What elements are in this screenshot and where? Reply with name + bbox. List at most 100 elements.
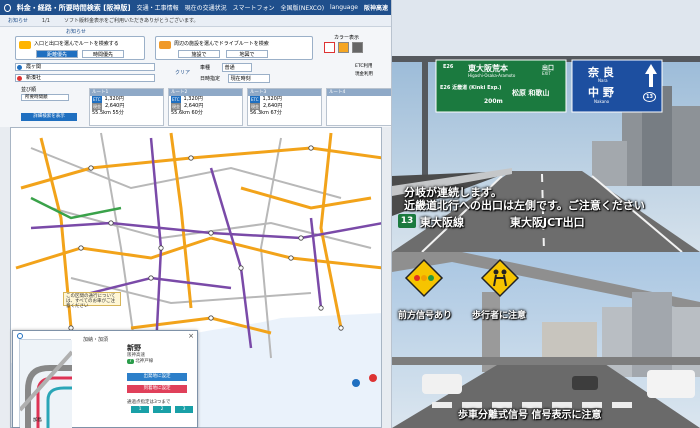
set-destination-button[interactable]: 到着地に設定 xyxy=(127,385,187,393)
color-option-dark[interactable] xyxy=(352,42,363,53)
by-facility-button[interactable]: 施設で xyxy=(178,50,220,58)
sign-cities: 松原 和歌山 xyxy=(512,89,550,97)
waypoint-hint: 通過点指定は3つまで xyxy=(127,400,171,405)
app-header: 料金・経路・所要時間検索 [阪神版] 交通・工事情報 現在の交通状況 スマートフ… xyxy=(0,0,391,15)
detail-search-button[interactable]: 詳細検索を表示 xyxy=(21,113,77,121)
vehicle-select[interactable]: 普通 xyxy=(221,63,252,72)
sign-city-nakano-en: Nakano xyxy=(594,99,610,104)
notice-link[interactable]: お知らせ xyxy=(66,28,86,35)
map-margin-left xyxy=(0,127,10,428)
route-name: 北神戸線 xyxy=(135,358,154,364)
route-name-caption: 東大阪線 xyxy=(420,216,464,229)
origin-pin-icon xyxy=(17,65,22,70)
warning-tooltip: この区間の通行については、すべてのお車がご注意ください xyxy=(63,292,121,309)
origin-value: 霞ヶ関 xyxy=(26,64,42,70)
notice-pager[interactable]: 1/1 xyxy=(42,18,50,24)
etc-tag: ETC xyxy=(92,96,102,103)
etc-fee: 1,320円 xyxy=(262,96,282,102)
by-map-button[interactable]: 地図で xyxy=(226,50,268,58)
cash-tag: 現金 xyxy=(171,103,181,110)
vehicle-type: 車種 普通 xyxy=(200,63,252,72)
sign-city-nara-en: Nara xyxy=(598,78,608,83)
up-arrow-stem-icon xyxy=(649,73,653,87)
color-display-label: カラー表示 xyxy=(334,35,360,41)
signal-ahead-label: 前方信号あり xyxy=(398,311,453,321)
waypoint-button-3[interactable]: 3 xyxy=(175,406,193,413)
mode-label: 周辺の施設を選んでドライブルートを検索 xyxy=(174,41,269,47)
mode-facility-search[interactable]: 周辺の施設を選んでドライブルートを検索 施設で 地図で xyxy=(155,36,313,60)
junction-label: 加島 xyxy=(33,418,42,423)
sort-select[interactable]: 所要時間順 xyxy=(21,94,69,101)
date-select[interactable]: 現在時刻 xyxy=(227,74,270,83)
pedestrian-warning-icon xyxy=(482,260,518,296)
station-name: 新野 xyxy=(127,344,141,352)
facility-icon xyxy=(159,41,171,49)
sign-route-13: 13 xyxy=(643,92,656,102)
notice-bar: お知らせ 1/1 ソフト版料金表示をご利用いただきありがとうございます。 xyxy=(0,15,391,27)
cash-tag: 現金 xyxy=(250,103,260,110)
composite-screen: 料金・経路・所要時間検索 [阪神版] 交通・工事情報 現在の交通状況 スマートフ… xyxy=(0,0,700,428)
sign-city-nakano: 中 野 xyxy=(588,86,614,99)
interchange-popup: × 加納・加須 新野 阪神高速 7 北神戸線 出発地に設定 到着地に設定 通過点… xyxy=(12,330,198,428)
route-distance: 55.5km 55分 xyxy=(92,110,124,116)
sign-exit-en: EXIT xyxy=(542,71,551,76)
date-setting: 日時指定 現在時刻 xyxy=(200,74,270,83)
route-number-badge: 7 xyxy=(127,358,134,364)
route-header: ルート4 xyxy=(327,89,391,96)
sort-title: 並び順 xyxy=(21,87,37,93)
jct-exit-caption: 東大阪JCT出口 xyxy=(510,216,585,229)
signal-caption: 歩車分離式信号 信号表示に注意 xyxy=(458,410,602,421)
route-distance: 55.6km 60分 xyxy=(171,110,203,116)
nav-link-status[interactable]: 現在の交通状況 xyxy=(185,3,227,12)
nav-link-nexco[interactable]: 全国版(NEXCO) xyxy=(280,3,324,12)
pedestrian-label: 歩行者に注意 xyxy=(472,311,527,321)
color-display: カラー表示 xyxy=(322,34,372,58)
date-label: 日時指定 xyxy=(200,76,221,82)
etc-badge: ETC利用 xyxy=(355,64,373,69)
notice-text: ソフト版料金表示をご利用いただきありがとうございます。 xyxy=(63,18,199,24)
etc-tag: ETC xyxy=(250,96,260,103)
clear-button[interactable]: クリア xyxy=(175,69,190,76)
close-icon[interactable]: × xyxy=(188,332,194,340)
sign-distance: 200m xyxy=(484,98,503,105)
route-card[interactable]: ルート3 ETC 1,320円 現金 2,640円 56.3km 67分 xyxy=(247,88,322,126)
route-13-badge: 13 xyxy=(398,214,416,228)
time-priority-button[interactable]: 時間優先 xyxy=(82,50,124,58)
nav-link-language[interactable]: language xyxy=(330,4,358,11)
route-header: ルート2 xyxy=(169,89,242,96)
nav-link-smartphone[interactable]: スマートフォン xyxy=(233,3,275,12)
junction-graphic xyxy=(18,340,74,428)
dashcam-highway: E26 東大阪荒本 Higashi-Osaka-Aramoto 出口 EXIT … xyxy=(392,56,700,252)
mode-route-search[interactable]: 入口と出口を選んでルートを検索する 距離優先 時間優先 xyxy=(15,36,145,60)
origin-field[interactable]: 霞ヶ関 xyxy=(15,63,155,71)
destination-field[interactable]: 新湊社 xyxy=(15,74,155,82)
etc-tag: ETC xyxy=(171,96,181,103)
cash-fee: 2,640円 xyxy=(105,103,125,109)
sign-route-badge: E26 xyxy=(442,64,455,70)
set-origin-button[interactable]: 出発地に設定 xyxy=(127,373,187,381)
upper-right-bg xyxy=(392,0,700,56)
distance-priority-button[interactable]: 距離優先 xyxy=(36,50,78,58)
route-card[interactable]: ルート1 ETC 1,320円 現金 2,640円 55.5km 55分 xyxy=(89,88,164,126)
waypoint-button-1[interactable]: 1 xyxy=(131,406,149,413)
dashcam-street: 前方信号あり 歩行者に注意 歩車分離式信号 信号表示に注意 xyxy=(392,252,700,428)
color-option-red[interactable] xyxy=(324,42,335,53)
destination-pin-icon xyxy=(17,76,22,81)
destination-value: 新湊社 xyxy=(26,75,42,81)
color-option-orange[interactable] xyxy=(338,42,349,53)
mode-label: 入口と出口を選んでルートを検索する xyxy=(34,41,119,47)
caption-line-2: 近畿道北行への出口は左側です。ご注意ください xyxy=(404,199,645,212)
sign-side-route: E26 近畿道 (Kinki Exp.) xyxy=(440,85,502,91)
route-card[interactable]: ルート4 xyxy=(326,88,391,126)
home-icon[interactable] xyxy=(4,3,11,12)
sign-destination-en: Higashi-Osaka-Aramoto xyxy=(468,73,516,78)
map-margin-right xyxy=(382,127,391,428)
cash-tag: 現金 xyxy=(92,103,102,110)
cash-fee: 2,640円 xyxy=(263,103,283,109)
nav-link-traffic[interactable]: 交通・工事情報 xyxy=(137,3,179,12)
waypoint-button-2[interactable]: 2 xyxy=(153,406,171,413)
app-title: 料金・経路・所要時間検索 [阪神版] xyxy=(16,3,131,12)
route-card[interactable]: ルート2 ETC 1,320円 現金 2,640円 55.6km 60分 xyxy=(168,88,243,126)
brand-logo: 阪神高速 xyxy=(363,5,388,12)
results-row: 並び順 所要時間順 詳細検索を表示 ルート1 ETC 1,320円 現金 2,640… xyxy=(15,86,391,128)
